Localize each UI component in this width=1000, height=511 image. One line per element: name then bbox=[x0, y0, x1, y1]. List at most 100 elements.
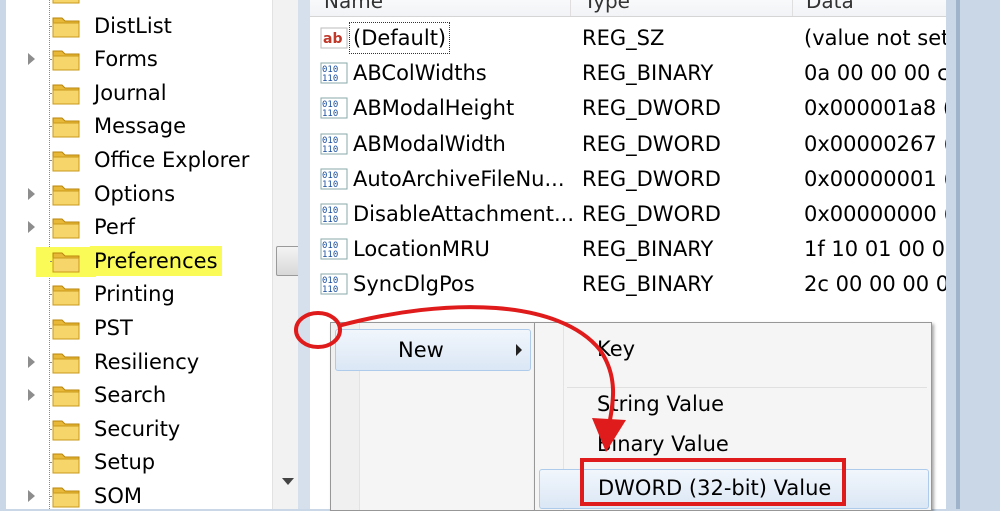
column-header-data[interactable]: Data bbox=[792, 0, 946, 16]
folder-icon bbox=[52, 148, 80, 172]
menu-item-new[interactable]: New bbox=[335, 329, 531, 371]
tree-item[interactable]: SOM bbox=[6, 480, 276, 509]
value-name: (Default) bbox=[348, 22, 451, 54]
tree-item[interactable] bbox=[6, 0, 276, 9]
binary-value-icon: 010 110 bbox=[320, 168, 348, 190]
tree-item[interactable]: Search bbox=[6, 379, 276, 412]
tree-item[interactable]: Message bbox=[6, 110, 276, 143]
tree-item[interactable]: Perf bbox=[6, 211, 276, 244]
value-data: 0x00000001 (1) bbox=[804, 166, 946, 191]
submenu-arrow-icon bbox=[516, 344, 522, 356]
tree-item-label: Options bbox=[94, 181, 176, 206]
tree-item-label: Resiliency bbox=[94, 349, 200, 374]
svg-text:110: 110 bbox=[322, 285, 338, 295]
expand-arrow-icon[interactable] bbox=[28, 355, 35, 368]
folder-icon bbox=[52, 182, 80, 206]
tree-vertical-scrollbar[interactable] bbox=[272, 0, 298, 509]
submenu-item-binary-value[interactable]: Binary Value bbox=[597, 427, 729, 461]
value-data: (value not set) bbox=[804, 26, 946, 50]
binary-value-icon: 010 110 bbox=[320, 133, 348, 155]
value-type: REG_DWORD bbox=[582, 202, 721, 226]
expand-arrow-icon[interactable] bbox=[28, 53, 35, 66]
context-menu: New bbox=[330, 322, 536, 511]
binary-value-icon: 010 110 bbox=[320, 97, 348, 119]
value-row[interactable]: 010110SyncDlgPos REG_BINARY 2c 00 00 00 00 bbox=[310, 267, 946, 302]
tree-item-label: DistList bbox=[94, 13, 172, 38]
folder-icon bbox=[52, 0, 80, 4]
value-name: ABModalWidth bbox=[353, 131, 506, 156]
value-name: DisableAttachment... bbox=[353, 202, 575, 226]
folder-icon bbox=[52, 350, 80, 374]
tree-item-label: Perf bbox=[94, 215, 135, 240]
value-row[interactable]: 010 110 LocationMRU REG_BINARY 1f 10 01 00 0… bbox=[310, 232, 946, 267]
value-data: 0x00000000 (0) bbox=[804, 202, 946, 226]
tree-item-label: Setup bbox=[94, 450, 156, 475]
folder-icon bbox=[52, 417, 80, 441]
value-type: REG_BINARY bbox=[582, 272, 714, 297]
tree-item[interactable]: Setup bbox=[6, 446, 276, 479]
folder-icon bbox=[52, 215, 80, 239]
tree-item[interactable]: Resiliency bbox=[6, 346, 276, 379]
folder-icon bbox=[52, 47, 80, 71]
tree-item[interactable]: Office Explorer bbox=[6, 144, 276, 177]
svg-text:ab: ab bbox=[323, 31, 342, 47]
tree-item[interactable]: Printing bbox=[6, 278, 276, 311]
pane-splitter[interactable] bbox=[298, 0, 310, 509]
value-name: ABColWidths bbox=[353, 61, 487, 86]
folder-icon bbox=[52, 484, 80, 508]
folder-icon bbox=[52, 81, 80, 105]
list-header: Name Type Data bbox=[310, 0, 946, 17]
svg-text:110: 110 bbox=[322, 215, 338, 225]
string-value-icon: ab bbox=[320, 27, 348, 49]
submenu-item-key[interactable]: Key bbox=[597, 332, 635, 366]
tree-item[interactable]: Preferences bbox=[6, 245, 276, 278]
tree-item-label: SOM bbox=[94, 484, 142, 508]
folder-icon bbox=[52, 282, 80, 306]
value-row[interactable]: 010 110 AutoArchiveFileNu... REG_DWORD 0x000… bbox=[310, 162, 946, 197]
value-row[interactable]: 010110ABModalHeight REG_DWORD 0x000001a8 (… bbox=[310, 91, 946, 126]
value-row[interactable]: 010110ABModalWidth REG_DWORD 0x00000267 (6… bbox=[310, 127, 946, 162]
tree-item-label: Security bbox=[94, 416, 181, 441]
menu-item-new-label: New bbox=[398, 338, 444, 362]
tree-item[interactable]: Forms bbox=[6, 43, 276, 76]
window-frame-border bbox=[956, 0, 960, 509]
tree-item-label: Search bbox=[94, 383, 167, 408]
tree-item[interactable]: Security bbox=[6, 413, 276, 446]
submenu-item-string-value[interactable]: String Value bbox=[597, 387, 724, 421]
registry-key-tree[interactable]: DistList Forms Journal Message Office Explor… bbox=[6, 0, 298, 509]
tree-item-label: Preferences bbox=[90, 245, 222, 276]
tree-item-label bbox=[90, 0, 98, 7]
tree-item-label: Journal bbox=[94, 80, 167, 105]
column-header-name[interactable]: Name bbox=[310, 0, 571, 16]
expand-arrow-icon[interactable] bbox=[28, 389, 35, 402]
folder-icon bbox=[52, 383, 80, 407]
svg-text:110: 110 bbox=[322, 74, 338, 84]
column-header-type[interactable]: Type bbox=[570, 0, 793, 16]
tree-item[interactable]: Options bbox=[6, 178, 276, 211]
value-row[interactable]: 010 110 ABColWidths REG_BINARY 0a 00 00 00 c… bbox=[310, 56, 946, 91]
tree-item[interactable]: DistList bbox=[6, 10, 276, 43]
value-type: REG_BINARY bbox=[582, 61, 714, 86]
value-row[interactable]: ab (Default) REG_SZ (value not set) bbox=[310, 21, 946, 56]
tree-item[interactable]: Journal bbox=[6, 77, 276, 110]
window-frame bbox=[946, 0, 1000, 509]
value-data: 0a 00 00 00 c2 bbox=[804, 61, 946, 86]
tree-item-label: Message bbox=[94, 114, 187, 139]
tree-item[interactable]: PST bbox=[6, 312, 276, 345]
value-type: REG_DWORD bbox=[582, 166, 721, 191]
value-row[interactable]: 010 110 DisableAttachment... REG_DWORD 0x000… bbox=[310, 197, 946, 232]
value-name: ABModalHeight bbox=[353, 96, 515, 121]
expand-arrow-icon[interactable] bbox=[28, 187, 35, 200]
value-data: 1f 10 01 00 00 0 bbox=[804, 237, 946, 262]
folder-icon bbox=[52, 316, 80, 340]
svg-text:110: 110 bbox=[322, 109, 338, 119]
scrollbar-thumb[interactable] bbox=[276, 246, 298, 276]
binary-value-icon: 010 110 bbox=[320, 62, 348, 84]
binary-value-icon: 010 110 bbox=[320, 238, 348, 260]
scroll-down-arrow-icon[interactable] bbox=[282, 478, 294, 485]
value-name: LocationMRU bbox=[353, 237, 490, 262]
value-data: 0x00000267 (61 bbox=[804, 131, 946, 156]
expand-arrow-icon[interactable] bbox=[28, 490, 35, 502]
tree-item-label: Office Explorer bbox=[94, 148, 250, 172]
expand-arrow-icon[interactable] bbox=[28, 221, 35, 234]
